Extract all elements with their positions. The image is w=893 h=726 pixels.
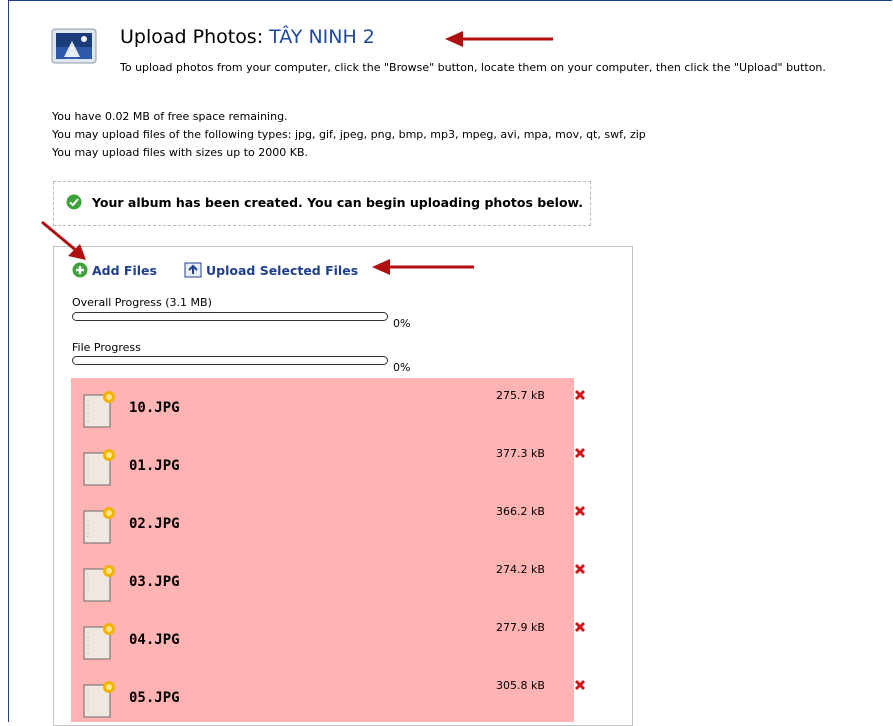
- image-file-icon: [83, 623, 115, 660]
- file-item: 03.JPG 274.2 kB: [71, 552, 586, 610]
- album-name: TÂY NINH 2: [269, 26, 375, 48]
- image-file-icon: [83, 565, 115, 602]
- file-progress-percent: 0%: [393, 361, 411, 374]
- file-item: 05.JPG 305.8 kB: [71, 668, 586, 726]
- red-arrow-icon: [41, 220, 86, 260]
- photo-album-icon: [51, 28, 97, 64]
- add-files-label: Add Files: [92, 262, 157, 278]
- red-arrow-icon: [372, 259, 474, 275]
- file-item: 01.JPG 377.3 kB: [71, 436, 586, 494]
- notice-message: Your album has been created. You can beg…: [92, 195, 584, 210]
- file-size: 305.8 kB: [496, 679, 545, 692]
- file-size: 377.3 kB: [496, 447, 545, 460]
- remove-file-icon[interactable]: [574, 621, 586, 633]
- add-icon: [72, 262, 88, 278]
- overall-progress-label: Overall Progress (3.1 MB): [72, 296, 212, 309]
- file-item: 10.JPG 275.7 kB: [71, 378, 586, 436]
- max-size-text: You may upload files with sizes up to 20…: [52, 146, 308, 159]
- overall-progress-percent: 0%: [393, 317, 411, 330]
- file-size: 277.9 kB: [496, 621, 545, 634]
- file-size: 366.2 kB: [496, 505, 545, 518]
- file-list: 10.JPG 275.7 kB 01.JPG 377.3 kB 02.JPG 3…: [71, 378, 586, 722]
- file-name: 05.JPG: [129, 690, 180, 706]
- file-name: 10.JPG: [129, 400, 180, 416]
- remove-file-icon[interactable]: [574, 563, 586, 575]
- remove-file-icon[interactable]: [574, 505, 586, 517]
- check-icon: [66, 194, 82, 210]
- remove-file-icon[interactable]: [574, 447, 586, 459]
- upload-instructions: To upload photos from your computer, cli…: [120, 61, 826, 74]
- title-prefix: Upload Photos:: [120, 26, 270, 48]
- image-file-icon: [83, 449, 115, 486]
- overall-progress-bar: [72, 312, 388, 321]
- file-item: 02.JPG 366.2 kB: [71, 494, 586, 552]
- image-file-icon: [83, 681, 115, 718]
- file-size: 275.7 kB: [496, 389, 545, 402]
- remove-file-icon[interactable]: [574, 389, 586, 401]
- upload-selected-label: Upload Selected Files: [206, 262, 359, 278]
- file-name: 01.JPG: [129, 458, 180, 474]
- album-created-notice: Your album has been created. You can beg…: [53, 181, 591, 226]
- file-name: 04.JPG: [129, 632, 180, 648]
- remove-file-icon[interactable]: [574, 679, 586, 691]
- file-progress-label: File Progress: [72, 341, 141, 354]
- file-types-text: You may upload files of the following ty…: [52, 128, 646, 141]
- image-file-icon: [83, 507, 115, 544]
- file-item: 04.JPG 277.9 kB: [71, 610, 586, 668]
- upload-icon: [184, 262, 202, 278]
- image-file-icon: [83, 391, 115, 428]
- page-title: Upload Photos: TÂY NINH 2: [120, 26, 375, 48]
- free-space-text: You have 0.02 MB of free space remaining…: [52, 110, 288, 123]
- file-progress-bar: [72, 356, 388, 365]
- upload-selected-files-button[interactable]: Upload Selected Files: [184, 262, 358, 278]
- file-name: 03.JPG: [129, 574, 180, 590]
- red-arrow-icon: [445, 31, 553, 47]
- file-size: 274.2 kB: [496, 563, 545, 576]
- add-files-button[interactable]: Add Files: [72, 262, 157, 278]
- file-name: 02.JPG: [129, 516, 180, 532]
